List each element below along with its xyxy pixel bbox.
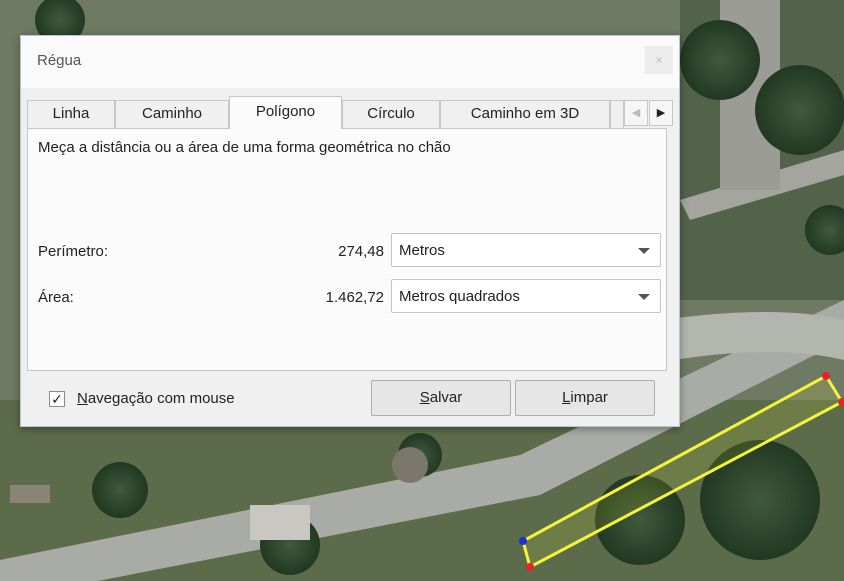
title-bar[interactable]: Régua × <box>21 36 679 88</box>
tab-overflow <box>610 100 624 128</box>
dialog-title: Régua <box>37 52 82 69</box>
tab-caminho[interactable]: Caminho <box>115 100 229 128</box>
polygon-vertex <box>822 372 830 380</box>
perimeter-label: Perímetro: <box>38 243 109 260</box>
mouse-navigation-label[interactable]: Navegação com mouse <box>77 390 235 407</box>
polygon-vertex <box>526 563 534 571</box>
tab-bar: Linha Caminho Polígono Círculo Caminho e… <box>27 96 677 129</box>
tab-scroll-right-icon[interactable]: ▶ <box>649 100 673 126</box>
tab-circulo[interactable]: Círculo <box>342 100 440 128</box>
perimeter-unit-value: Metros <box>399 242 445 259</box>
area-unit-select[interactable]: Metros quadrados <box>391 279 661 313</box>
polygon-panel: Meça a distância ou a área de uma forma … <box>27 128 667 371</box>
polygon-vertex <box>519 537 527 545</box>
tab-linha[interactable]: Linha <box>27 100 115 128</box>
tab-scroll-left-icon[interactable]: ◀ <box>624 100 648 126</box>
close-icon: × <box>655 53 663 67</box>
tab-caminho-3d[interactable]: Caminho em 3D <box>440 100 610 128</box>
mouse-navigation-checkbox[interactable]: ✓ <box>49 391 65 407</box>
area-unit-value: Metros quadrados <box>399 288 520 305</box>
dropdown-arrow-icon <box>638 294 650 300</box>
dropdown-arrow-icon <box>638 248 650 254</box>
area-label: Área: <box>38 289 74 306</box>
checkmark-icon: ✓ <box>51 391 63 407</box>
close-button[interactable]: × <box>645 46 673 74</box>
ruler-dialog: Régua × Linha Caminho Polígono Círculo C… <box>20 35 680 427</box>
perimeter-value: 274,48 <box>338 243 384 260</box>
clear-button[interactable]: Limpar <box>515 380 655 416</box>
perimeter-unit-select[interactable]: Metros <box>391 233 661 267</box>
area-value: 1.462,72 <box>325 289 384 306</box>
tab-poligono[interactable]: Polígono <box>229 96 342 129</box>
panel-description: Meça a distância ou a área de uma forma … <box>38 139 451 156</box>
save-button[interactable]: Salvar <box>371 380 511 416</box>
